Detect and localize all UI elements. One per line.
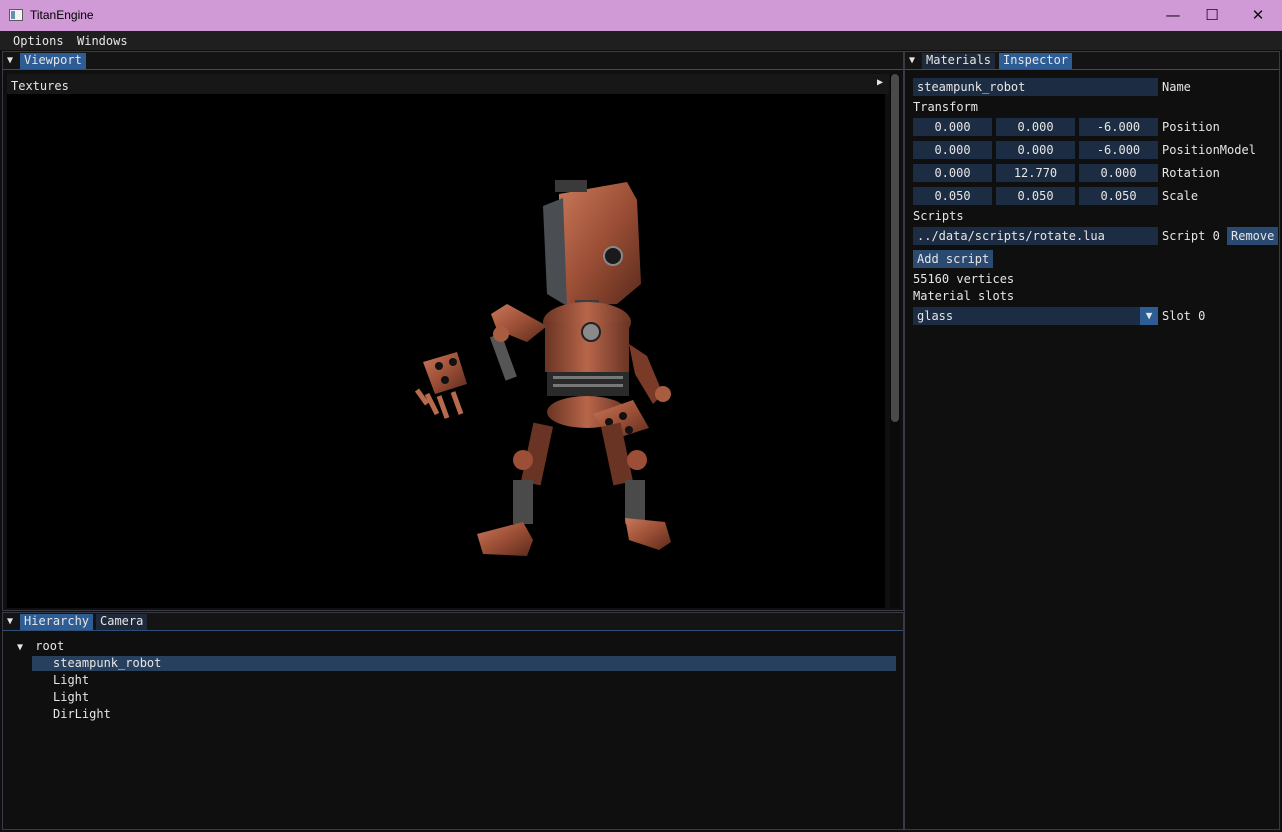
hierarchy-tabbar: ▼ Hierarchy Camera <box>3 613 903 631</box>
scale-label: Scale <box>1162 189 1199 203</box>
remove-script-button[interactable]: Remove <box>1227 227 1279 245</box>
tab-hierarchy[interactable]: Hierarchy <box>20 614 94 630</box>
vertices-count: 55160 vertices <box>913 272 1015 286</box>
rotation-y-input[interactable]: 12.770 <box>996 164 1075 182</box>
tree-root[interactable]: ▼ root <box>17 639 64 654</box>
window-title: TitanEngine <box>30 8 94 22</box>
name-label: Name <box>1162 80 1191 94</box>
viewport-tabbar: ▼ Viewport <box>3 52 903 70</box>
position-model-y-input[interactable]: 0.000 <box>996 141 1075 159</box>
tree-expand-icon[interactable]: ▼ <box>17 642 23 653</box>
script-0-label: Script 0 <box>1162 229 1220 243</box>
collapse-icon[interactable]: ▼ <box>909 55 919 67</box>
window-titlebar: TitanEngine — ☐ ✕ <box>0 0 1282 31</box>
scale-x-input[interactable]: 0.050 <box>913 187 992 205</box>
viewport-panel: ▼ Viewport Textures ▶ <box>2 51 904 611</box>
tree-item-light[interactable]: Light <box>53 690 89 705</box>
scale-z-input[interactable]: 0.050 <box>1079 187 1158 205</box>
maximize-button[interactable]: ☐ <box>1189 0 1235 31</box>
position-model-label: PositionModel <box>1162 143 1256 157</box>
position-x-input[interactable]: 0.000 <box>913 118 992 136</box>
rotation-label: Rotation <box>1162 166 1220 180</box>
rotation-z-input[interactable]: 0.000 <box>1079 164 1158 182</box>
transform-label: Transform <box>913 100 979 114</box>
menu-bar: Options Windows <box>0 31 1282 50</box>
material-slot-value: glass <box>917 309 954 323</box>
viewport-scrollbar[interactable] <box>890 74 900 608</box>
material-slots-label: Material slots <box>913 289 1015 303</box>
inspector-panel: ▼ Materials Inspector steampunk_robot Na… <box>904 51 1280 830</box>
expand-arrow-icon[interactable]: ▶ <box>877 77 883 88</box>
add-script-button[interactable]: Add script <box>913 250 994 268</box>
textures-label: Textures <box>11 79 69 93</box>
hierarchy-panel: ▼ Hierarchy Camera ▼ root steampunk_robo… <box>2 612 904 830</box>
scripts-label: Scripts <box>913 209 964 223</box>
tab-materials[interactable]: Materials <box>922 53 996 69</box>
tab-viewport[interactable]: Viewport <box>20 53 86 69</box>
rotation-x-input[interactable]: 0.000 <box>913 164 992 182</box>
collapse-icon[interactable]: ▼ <box>7 616 17 628</box>
close-button[interactable]: ✕ <box>1235 0 1281 31</box>
tree-item-steampunk-robot[interactable]: steampunk_robot <box>32 656 896 671</box>
position-z-input[interactable]: -6.000 <box>1079 118 1158 136</box>
inspector-tabbar: ▼ Materials Inspector <box>905 52 1279 70</box>
robot-model-image <box>414 180 671 556</box>
tab-camera[interactable]: Camera <box>96 614 148 630</box>
position-model-x-input[interactable]: 0.000 <box>913 141 992 159</box>
material-slot-dropdown[interactable]: glass ▼ <box>913 307 1158 325</box>
app-icon <box>9 9 23 21</box>
name-input[interactable]: steampunk_robot <box>913 78 1158 96</box>
scale-y-input[interactable]: 0.050 <box>996 187 1075 205</box>
position-label: Position <box>1162 120 1220 134</box>
tab-inspector[interactable]: Inspector <box>999 53 1073 69</box>
position-y-input[interactable]: 0.000 <box>996 118 1075 136</box>
tree-root-label: root <box>35 639 65 653</box>
tree-item-dirlight[interactable]: DirLight <box>53 707 111 722</box>
script-path-input[interactable]: ../data/scripts/rotate.lua <box>913 227 1158 245</box>
slot-0-label: Slot 0 <box>1162 309 1206 323</box>
textures-header[interactable]: Textures ▶ <box>7 74 889 94</box>
render-view[interactable] <box>7 94 885 608</box>
dropdown-arrow-icon[interactable]: ▼ <box>1140 307 1158 325</box>
tree-item-light[interactable]: Light <box>53 673 89 688</box>
menu-options[interactable]: Options <box>13 34 64 48</box>
scrollbar-thumb[interactable] <box>891 74 899 422</box>
position-model-z-input[interactable]: -6.000 <box>1079 141 1158 159</box>
menu-windows[interactable]: Windows <box>77 34 128 48</box>
collapse-icon[interactable]: ▼ <box>7 55 17 67</box>
